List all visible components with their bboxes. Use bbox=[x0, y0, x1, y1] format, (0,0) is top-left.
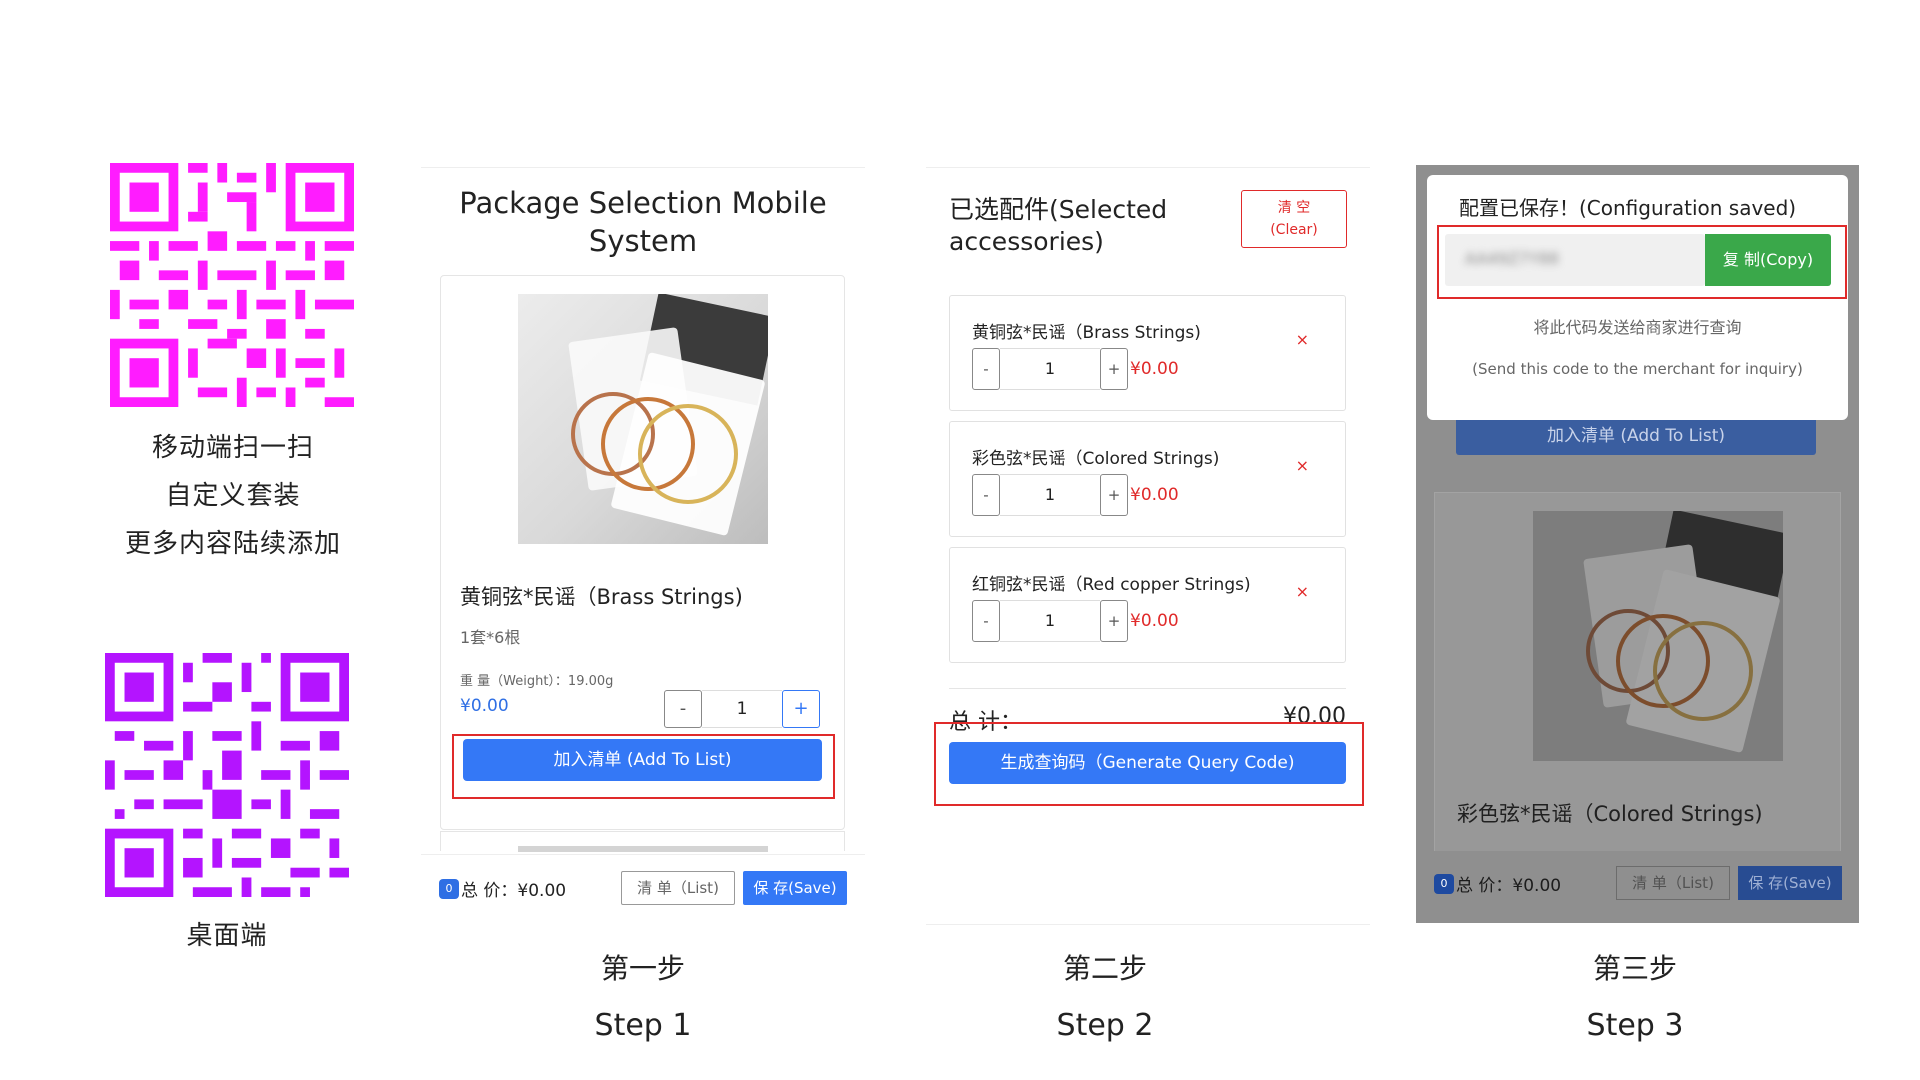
config-saved-modal: 配置已保存！(Configuration saved) AA49Z7Y88 复 … bbox=[1427, 175, 1848, 420]
product-name: 黄铜弦*民谣（Brass Strings) bbox=[460, 585, 743, 609]
bottom-bar: 0 总 价：¥0.00 清 单（List) 保 存(Save) bbox=[421, 854, 865, 925]
bg-total-price: 总 价：¥0.00 bbox=[1456, 876, 1562, 896]
quantity-increase-button[interactable]: + bbox=[782, 690, 820, 728]
remove-item-button[interactable]: × bbox=[1296, 582, 1309, 601]
bg-bottom-bar: 0 总 价：¥0.00 清 单（List) 保 存(Save) bbox=[1416, 851, 1859, 923]
divider bbox=[949, 688, 1346, 689]
quantity-decrease-button[interactable]: - bbox=[664, 690, 702, 728]
step1-label: 第一步 Step 1 bbox=[493, 947, 793, 1051]
desktop-qr-caption: 桌面端 bbox=[77, 912, 377, 960]
bg-product-image bbox=[1533, 511, 1783, 761]
selected-item-name: 黄铜弦*民谣（Brass Strings) bbox=[972, 323, 1201, 343]
save-button[interactable]: 保 存(Save) bbox=[743, 871, 847, 905]
item-decrease-button[interactable]: - bbox=[972, 600, 1000, 642]
item-price: ¥0.00 bbox=[1130, 485, 1179, 505]
bg-save-button: 保 存(Save) bbox=[1738, 866, 1842, 900]
item-quantity-stepper: - 1 + ¥0.00 bbox=[972, 348, 1179, 390]
bg-add-button: 加入清单 (Add To List) bbox=[1456, 417, 1816, 455]
item-increase-button[interactable]: + bbox=[1100, 474, 1128, 516]
bg-cart-count-badge: 0 bbox=[1434, 873, 1454, 894]
mobile-qr-code bbox=[110, 163, 354, 407]
item-quantity-input[interactable]: 1 bbox=[1000, 348, 1100, 390]
item-quantity-input[interactable]: 1 bbox=[1000, 600, 1100, 642]
step2-cn: 第二步 bbox=[1062, 952, 1147, 985]
product-price: ¥0.00 bbox=[460, 696, 509, 716]
item-increase-button[interactable]: + bbox=[1100, 600, 1128, 642]
page-title: Package Selection Mobile System bbox=[459, 186, 827, 258]
quantity-stepper: - 1 + bbox=[664, 690, 820, 728]
list-button[interactable]: 清 单（List) bbox=[621, 871, 735, 905]
product-weight: 重 量（Weight）：19.00g bbox=[460, 674, 614, 689]
hint-en: (Send this code to the merchant for inqu… bbox=[1472, 360, 1803, 378]
selected-item: 黄铜弦*民谣（Brass Strings) × - 1 + ¥0.00 bbox=[949, 295, 1346, 411]
add-to-list-highlight bbox=[452, 734, 835, 799]
step3-label: 第三步 Step 3 bbox=[1485, 947, 1785, 1051]
step1-panel: Package Selection Mobile System 黄铜弦*民谣（B… bbox=[421, 167, 865, 925]
clear-button-en: (Clear) bbox=[1270, 222, 1318, 238]
clear-button-cn: 清 空 bbox=[1277, 200, 1311, 216]
desktop-label: 桌面端 bbox=[186, 921, 268, 951]
remove-item-button[interactable]: × bbox=[1296, 330, 1309, 349]
total-price: 总 价：¥0.00 bbox=[461, 881, 567, 901]
copy-area-highlight bbox=[1437, 225, 1847, 299]
step3-cn: 第三步 bbox=[1592, 952, 1677, 985]
hint-cn: 将此代码发送给商家进行查询 bbox=[1533, 318, 1742, 337]
item-quantity-stepper: - 1 + ¥0.00 bbox=[972, 600, 1179, 642]
desktop-qr-code bbox=[105, 653, 349, 897]
item-quantity-stepper: - 1 + ¥0.00 bbox=[972, 474, 1179, 516]
selected-item-name: 红铜弦*民谣（Red copper Strings) bbox=[972, 575, 1251, 595]
step1-cn: 第一步 bbox=[600, 952, 685, 985]
product-image bbox=[518, 294, 768, 544]
selected-item: 红铜弦*民谣（Red copper Strings) × - 1 + ¥0.00 bbox=[949, 547, 1346, 663]
next-product-card-peek bbox=[440, 831, 845, 852]
qr-caption-line-2: 自定义套装 bbox=[165, 481, 301, 511]
bg-product-card: 彩色弦*民谣（Colored Strings) bbox=[1434, 492, 1841, 852]
modal-title: 配置已保存！(Configuration saved) bbox=[1459, 196, 1797, 220]
qr-caption-line-1: 移动端扫一扫 bbox=[151, 433, 314, 463]
step2-label: 第二步 Step 2 bbox=[955, 947, 1255, 1051]
step3-panel: 加入清单 (Add To List) 彩色弦*民谣（Colored String… bbox=[1416, 165, 1859, 923]
clear-button[interactable]: 清 空 (Clear) bbox=[1241, 190, 1347, 248]
item-decrease-button[interactable]: - bbox=[972, 474, 1000, 516]
bg-product-name: 彩色弦*民谣（Colored Strings) bbox=[1457, 802, 1763, 826]
selected-item: 彩色弦*民谣（Colored Strings) × - 1 + ¥0.00 bbox=[949, 421, 1346, 537]
step1-en: Step 1 bbox=[594, 1008, 692, 1043]
selected-item-name: 彩色弦*民谣（Colored Strings) bbox=[972, 449, 1220, 469]
selected-accessories-title: 已选配件(Selected accessories) bbox=[949, 195, 1168, 256]
step3-en: Step 3 bbox=[1586, 1008, 1684, 1043]
item-price: ¥0.00 bbox=[1130, 611, 1179, 631]
item-price: ¥0.00 bbox=[1130, 359, 1179, 379]
bg-list-button: 清 单（List) bbox=[1616, 866, 1730, 900]
product-spec: 1套*6根 bbox=[460, 628, 521, 647]
quantity-input[interactable]: 1 bbox=[702, 690, 782, 728]
cart-count-badge: 0 bbox=[439, 878, 459, 899]
mobile-qr-caption: 移动端扫一扫 自定义套装 更多内容陆续添加 bbox=[83, 424, 383, 568]
step2-en: Step 2 bbox=[1056, 1008, 1154, 1043]
item-decrease-button[interactable]: - bbox=[972, 348, 1000, 390]
qr-caption-line-3: 更多内容陆续添加 bbox=[124, 529, 341, 559]
step2-panel: 已选配件(Selected accessories) 清 空 (Clear) 黄… bbox=[926, 167, 1370, 925]
item-increase-button[interactable]: + bbox=[1100, 348, 1128, 390]
generate-button-highlight bbox=[934, 722, 1364, 806]
remove-item-button[interactable]: × bbox=[1296, 456, 1309, 475]
item-quantity-input[interactable]: 1 bbox=[1000, 474, 1100, 516]
